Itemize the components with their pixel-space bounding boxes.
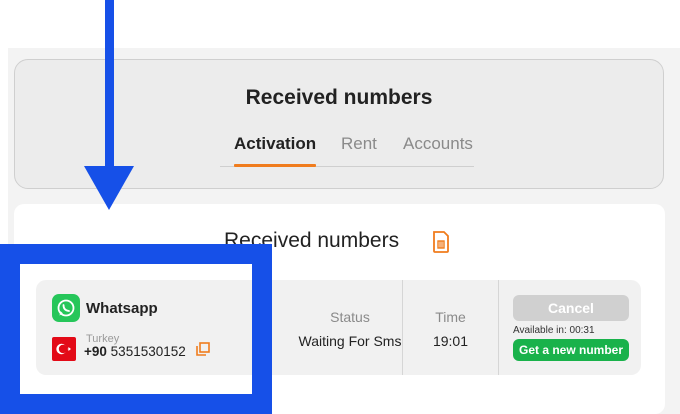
- annotation-highlight-box: [0, 244, 272, 414]
